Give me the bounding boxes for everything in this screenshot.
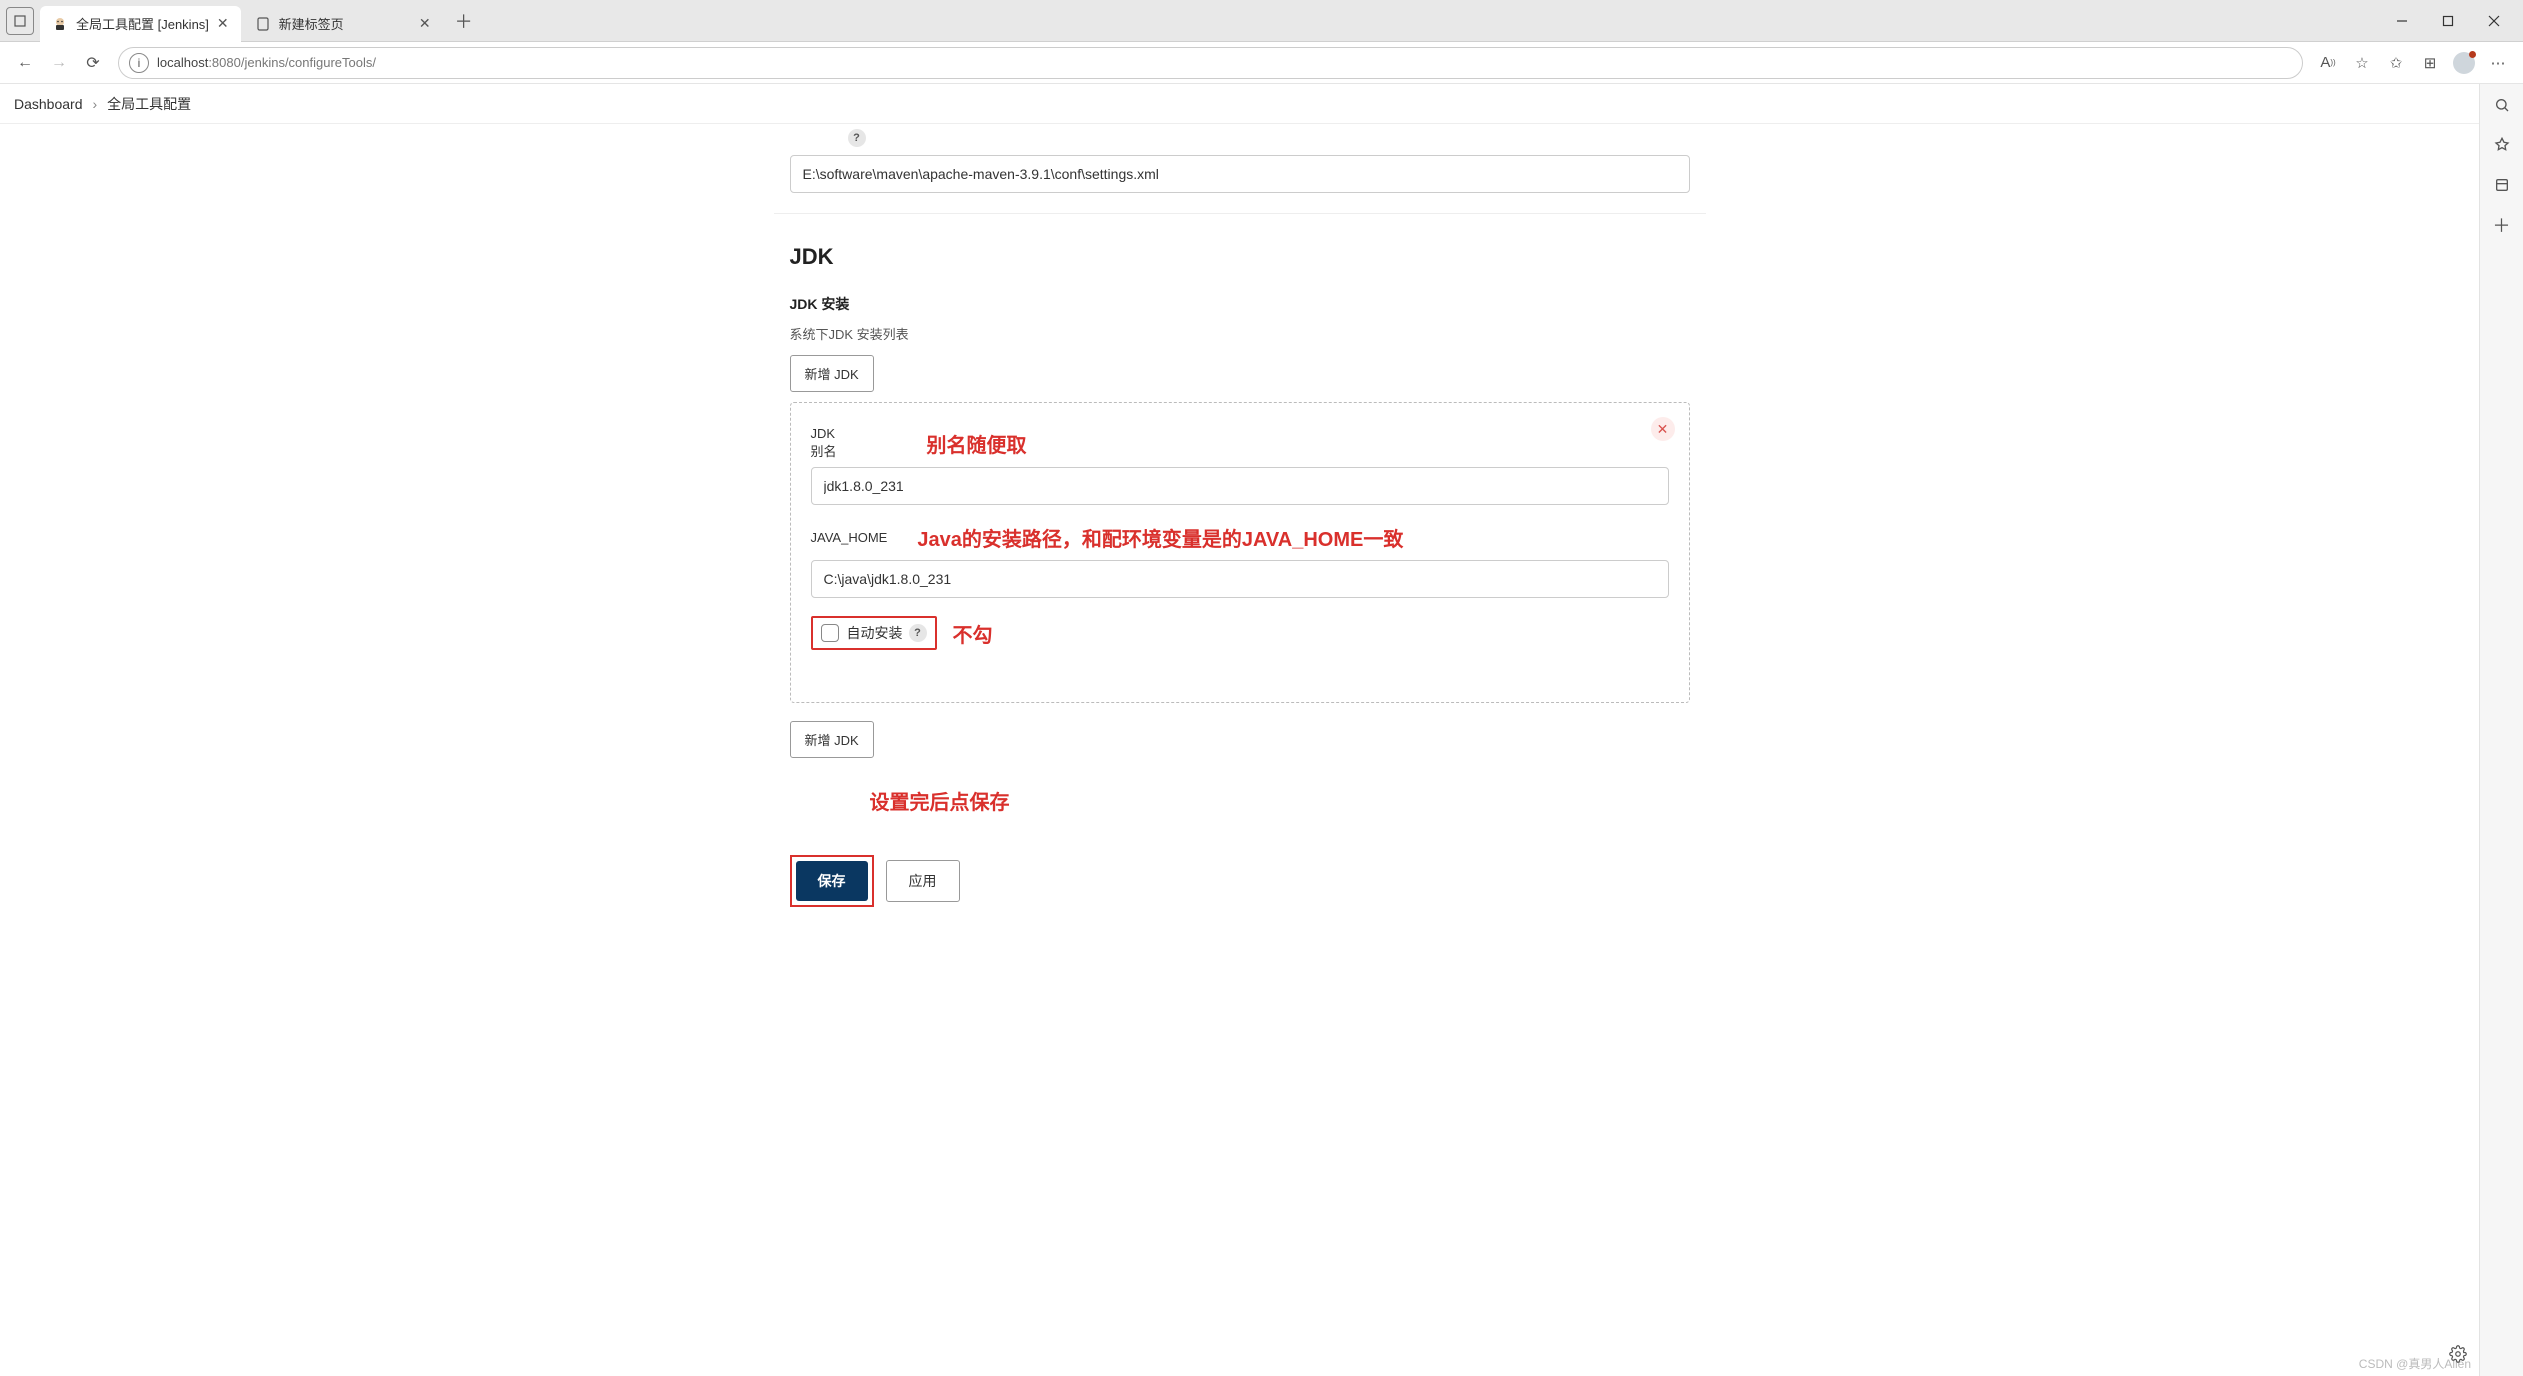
jdk-name-input[interactable] [811,467,1669,505]
help-icon[interactable]: ? [848,129,866,147]
search-icon[interactable] [2491,94,2513,116]
jdk-section-title: JDK [790,244,1690,270]
page-scroll[interactable]: 文件路径 ? JDK JDK 安装 系统下JDK 安装列表 新增 JDK ✕ J… [0,124,2479,1376]
auto-install-label: 自动安装 [847,623,903,643]
edge-sidebar: ＋ [2479,84,2523,1376]
footer-bar: 保存 应用 [790,845,1690,923]
java-home-input[interactable] [811,560,1669,598]
address-bar[interactable]: i localhost:8080/jenkins/configureTools/ [118,47,2303,79]
delete-entry-button[interactable]: ✕ [1651,417,1675,441]
breadcrumb-root[interactable]: Dashboard [14,96,83,112]
jdk-install-caption: 系统下JDK 安装列表 [790,324,1690,343]
refresh-button[interactable]: ⟳ [76,46,110,80]
java-home-label: JAVA_HOME [811,529,888,547]
help-icon[interactable]: ? [909,624,927,642]
address-bar-row: ← → ⟳ i localhost:8080/jenkins/configure… [0,42,2523,84]
url-path: /jenkins/configureTools/ [241,55,376,70]
jenkins-icon [52,16,68,32]
tab-newtab[interactable]: 新建标签页 ✕ [243,6,443,42]
new-tab-button[interactable]: ＋ [449,6,479,36]
maven-settings-path-input[interactable] [790,155,1690,193]
chevron-right-icon: › [93,96,98,112]
url-port: :8080 [208,55,241,70]
save-button[interactable]: 保存 [796,861,868,901]
forward-button[interactable]: → [42,46,76,80]
jdk-entry-box: ✕ JDK 别名 别名随便取 JAVA_HOME Java的安装路径，和配环境 [790,402,1690,703]
annotation-box-save: 保存 [790,855,874,907]
add-panel-icon[interactable]: ＋ [2491,214,2513,236]
settings-gear-icon[interactable] [2449,1345,2467,1368]
annotation-alias: 别名随便取 [927,429,1027,458]
apply-button[interactable]: 应用 [886,860,960,902]
avatar [2453,52,2475,74]
favorite-icon[interactable]: ☆ [2345,46,2379,80]
collections-icon[interactable]: ⊞ [2413,46,2447,80]
favorites-bar-icon[interactable]: ✩ [2379,46,2413,80]
add-jdk-button-bottom[interactable]: 新增 JDK [790,721,874,758]
minimize-button[interactable] [2379,5,2425,37]
tab-title: 全局工具配置 [Jenkins] [76,14,209,33]
annotation-save: 设置完后点保存 [870,786,1690,815]
breadcrumb-current: 全局工具配置 [107,94,191,114]
add-jdk-button-top[interactable]: 新增 JDK [790,355,874,392]
auto-install-checkbox[interactable] [821,624,839,642]
close-icon[interactable]: ✕ [419,15,431,32]
jdk-name-label: JDK 别名 [811,425,837,461]
annotation-box-autoinstall: 自动安装 ? [811,616,937,650]
tab-strip: 全局工具配置 [Jenkins] ✕ 新建标签页 ✕ ＋ [0,0,2523,42]
site-info-icon[interactable]: i [129,53,149,73]
tab-jenkins[interactable]: 全局工具配置 [Jenkins] ✕ [40,6,241,42]
breadcrumb: Dashboard › 全局工具配置 [0,84,2479,124]
maximize-button[interactable] [2425,5,2471,37]
truncated-field-label: 文件路径 ? [790,128,1690,147]
back-button[interactable]: ← [8,46,42,80]
tab-title: 新建标签页 [279,14,411,33]
jdk-install-heading: JDK 安装 [790,294,1690,314]
close-window-button[interactable] [2471,5,2517,37]
url-host: localhost [157,55,208,70]
profile-button[interactable] [2447,46,2481,80]
copilot-icon[interactable] [2491,134,2513,156]
read-aloud-icon[interactable]: A)) [2311,46,2345,80]
annotation-home: Java的安装路径，和配环境变量是的JAVA_HOME一致 [917,523,1403,552]
tools-icon[interactable] [2491,174,2513,196]
window-controls [2379,5,2517,37]
annotation-nocheck: 不勾 [953,619,993,648]
more-icon[interactable]: ⋯ [2481,46,2515,80]
page-icon [255,16,271,32]
close-icon[interactable]: ✕ [217,15,229,32]
tab-actions-button[interactable] [6,7,34,35]
